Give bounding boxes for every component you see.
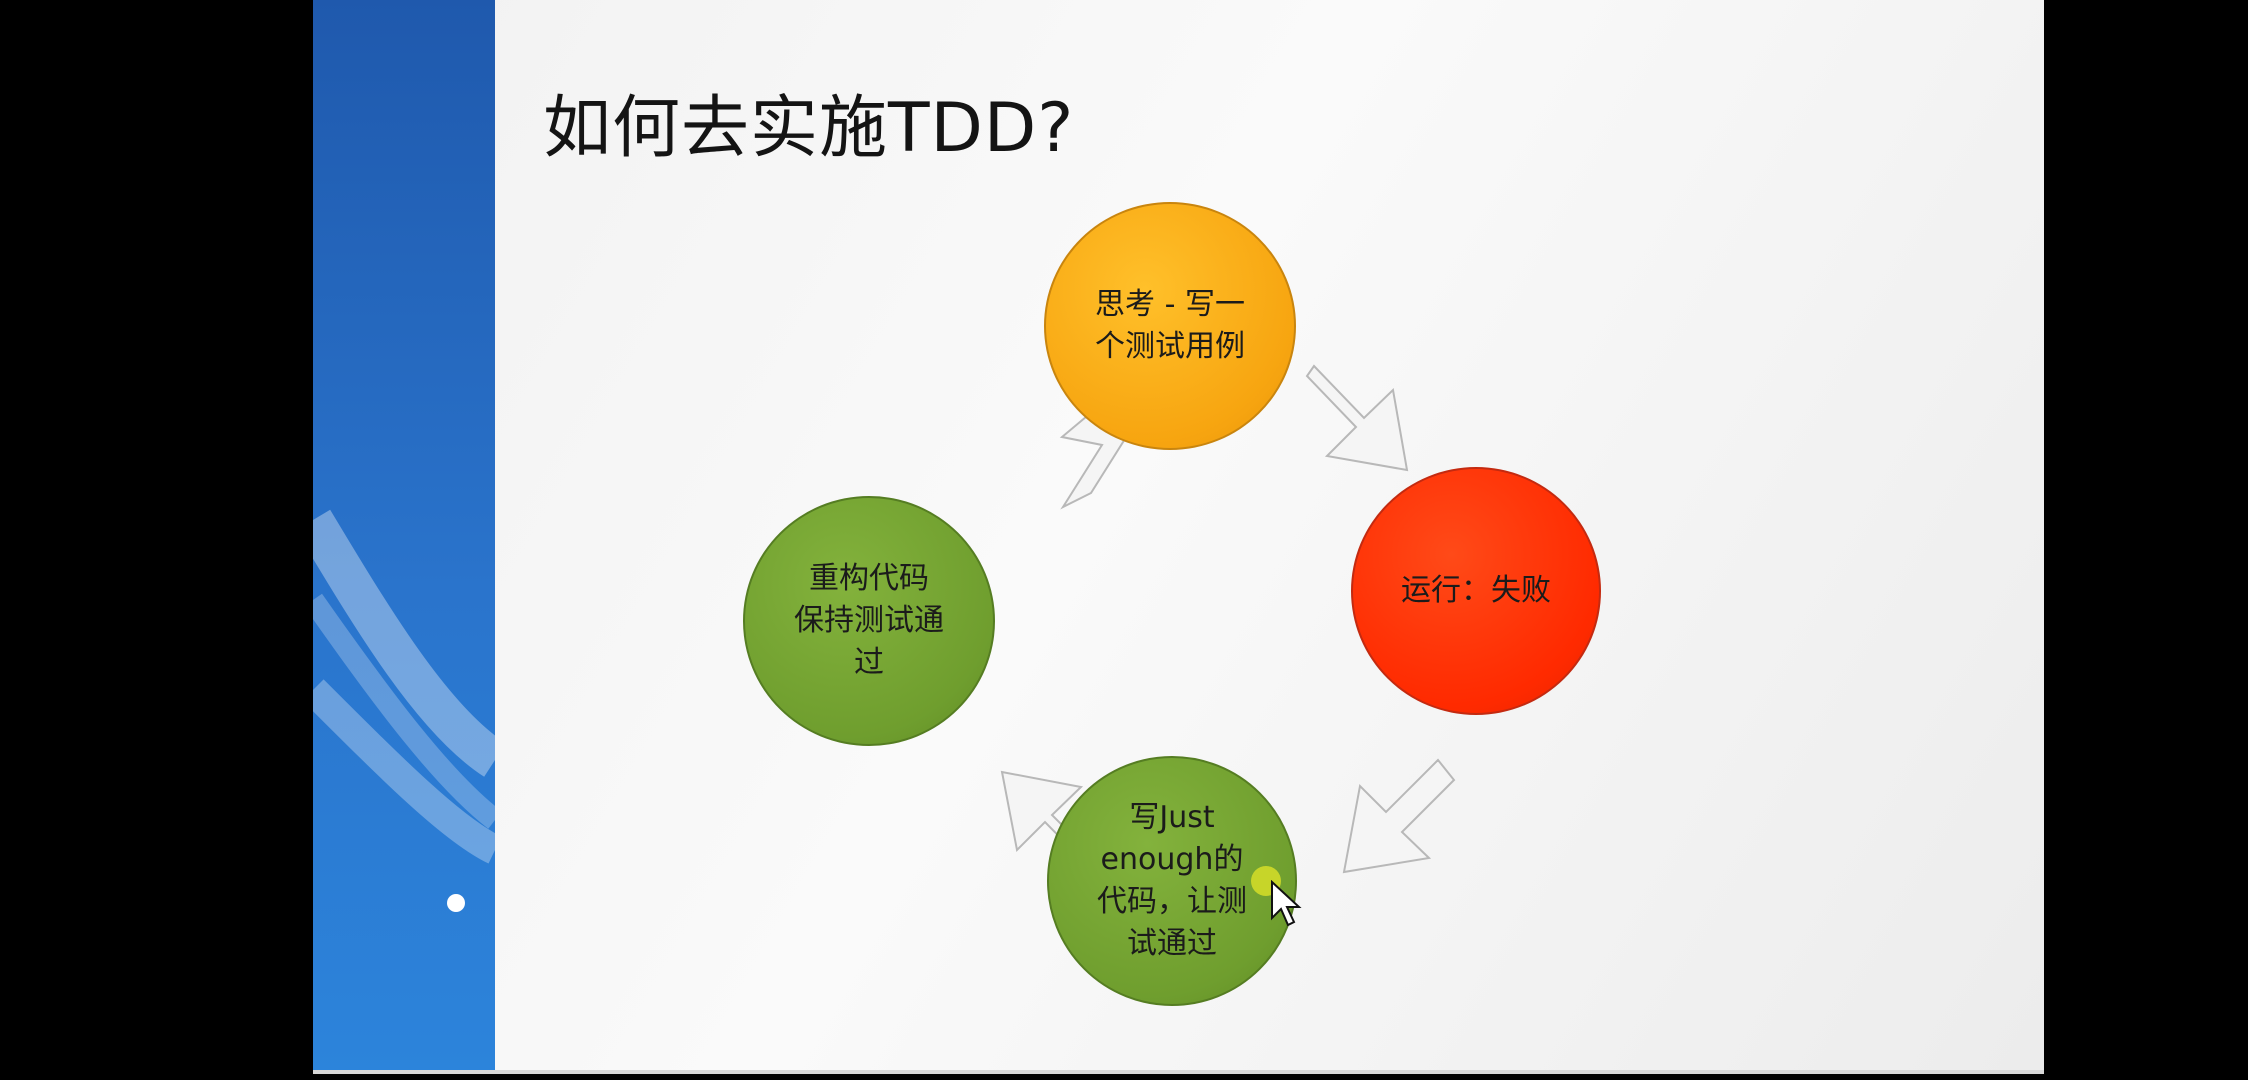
tdd-step-label: 思考 - 写一 个测试用例 [1095,287,1245,364]
arrow-icon [1305,364,1409,472]
tdd-step-refactor: 重构代码 保持测试通 过 [743,496,995,746]
arrow-icon [1342,758,1456,874]
tdd-step-label: 运行：失败 [1401,573,1551,608]
tdd-step-label: 写Just enough的 代码，让测 试通过 [1097,800,1247,961]
presentation-slide: 如何去实施TDD? 思考 - 写一 个测试用例 运行：失败 写Just enou… [313,0,2044,1074]
tdd-step-run: 运行：失败 [1351,467,1601,715]
tdd-step-label: 重构代码 保持测试通 过 [794,561,944,680]
mouse-pointer-icon [1271,880,1302,927]
tdd-step-think: 思考 - 写一 个测试用例 [1044,202,1296,450]
slide-bottom-border [313,1070,2044,1074]
